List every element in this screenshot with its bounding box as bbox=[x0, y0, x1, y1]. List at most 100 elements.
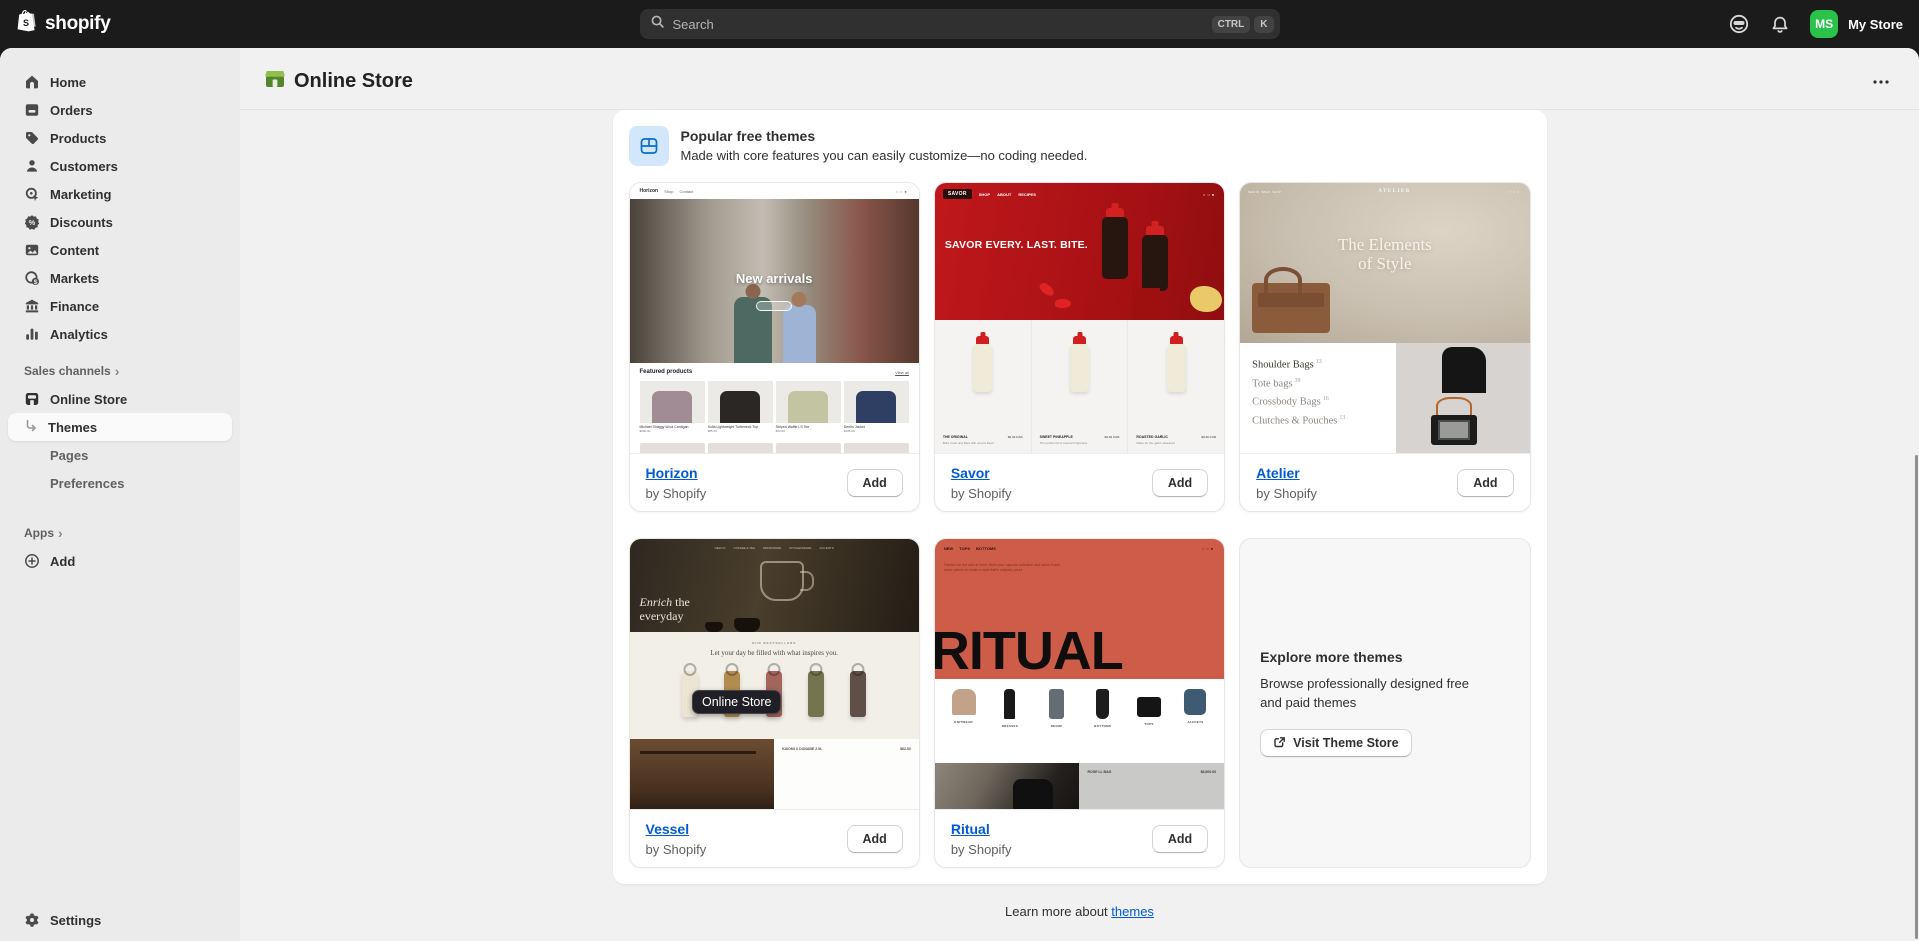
hero-intro: Fashion for the wild at heart. Build you… bbox=[944, 563, 1064, 574]
theme-author: by Shopify bbox=[646, 842, 707, 857]
sidebar-item-analytics[interactable]: Analytics bbox=[8, 320, 232, 348]
preview-hero: NEW TOPS BOTTOMS ○○● Fashion for the wil… bbox=[935, 539, 1224, 679]
theme-card-atelier: NEW IN BAGS SHOP ATELIER ○○○ The Element… bbox=[1239, 182, 1530, 512]
category-count: 39 bbox=[1295, 378, 1301, 384]
preview-nav-item: KITCHENWARE bbox=[789, 546, 811, 550]
sidebar-label: Customers bbox=[50, 159, 118, 174]
svg-text:S: S bbox=[23, 18, 29, 28]
sidebar-item-customers[interactable]: Customers bbox=[8, 152, 232, 180]
sidebar-item-home[interactable]: Home bbox=[8, 68, 232, 96]
themes-grid: Horizon Shop Contact ○○● New arrivals bbox=[629, 182, 1531, 868]
sidebar-item-online-store[interactable]: Online Store bbox=[8, 385, 232, 413]
theme-preview-ritual[interactable]: NEW TOPS BOTTOMS ○○● Fashion for the wil… bbox=[935, 539, 1224, 809]
product-price: $200.00 bbox=[640, 429, 705, 433]
add-theme-button[interactable]: Add bbox=[1457, 469, 1513, 497]
sidebar-item-preferences[interactable]: Preferences bbox=[8, 469, 232, 497]
footer-text: Learn more about themes bbox=[240, 904, 1919, 919]
category-name: TOPS bbox=[1128, 722, 1169, 726]
sidebar-label: Discounts bbox=[50, 215, 113, 230]
main-content: Online Store Popular free themes Made wi… bbox=[240, 48, 1919, 941]
sidebar-item-finance[interactable]: Finance bbox=[8, 292, 232, 320]
gear-icon bbox=[24, 912, 40, 928]
sauce-bottle bbox=[1102, 217, 1128, 279]
category-count: 13 bbox=[1339, 415, 1345, 421]
panel-subtitle: Made with core features you can easily c… bbox=[681, 148, 1088, 163]
search-input[interactable]: Search CTRL K bbox=[640, 9, 1280, 39]
svg-text:%: % bbox=[29, 218, 36, 227]
chevron-right-icon: › bbox=[115, 364, 120, 378]
sidebar-item-add-app[interactable]: Add bbox=[8, 547, 232, 575]
sidebar-item-pages[interactable]: Pages bbox=[8, 441, 232, 469]
shopify-wordmark: shopify bbox=[45, 13, 110, 35]
chili bbox=[1055, 299, 1071, 308]
section-caption: OUR BESTSELLERS bbox=[630, 632, 919, 645]
product-name: THE ORIGINAL bbox=[943, 435, 968, 439]
category-image bbox=[1396, 343, 1529, 453]
product-cell: Denim Jacket $195.00 bbox=[844, 381, 909, 443]
sidebar-item-marketing[interactable]: Marketing bbox=[8, 180, 232, 208]
sidebar-label: Finance bbox=[50, 299, 99, 314]
vertical-scrollbar[interactable] bbox=[1915, 455, 1918, 939]
category-name: DRESSES bbox=[989, 724, 1030, 728]
theme-name-link[interactable]: Ritual bbox=[951, 821, 990, 837]
sales-channels-header[interactable]: Sales channels › bbox=[8, 357, 232, 385]
theme-card-footer: Vessel by Shopify Add bbox=[630, 809, 919, 867]
apps-header[interactable]: Apps › bbox=[8, 519, 232, 547]
preview-nav-item: TOPS bbox=[959, 546, 970, 551]
bank-icon bbox=[24, 298, 40, 314]
orders-icon bbox=[24, 102, 40, 118]
preview-nav-item: Shop bbox=[664, 189, 673, 194]
theme-preview-atelier[interactable]: NEW IN BAGS SHOP ATELIER ○○○ The Element… bbox=[1240, 183, 1529, 453]
sidebar-item-themes[interactable]: Themes bbox=[8, 413, 232, 441]
preview-navbar: NEW TOPS BOTTOMS ○○● bbox=[935, 539, 1224, 551]
hero-heading: RITUAL bbox=[935, 626, 1123, 677]
model-photo bbox=[935, 763, 1080, 809]
shopify-logo[interactable]: S shopify bbox=[16, 9, 110, 39]
theme-preview-vessel[interactable]: NEW IN COFFEE & TEA DRINKWARE KITCHENWAR… bbox=[630, 539, 919, 809]
theme-name-link[interactable]: Savor bbox=[951, 465, 990, 481]
sidebar-item-orders[interactable]: Orders bbox=[8, 96, 232, 124]
sidebar: Home Orders Products Customers Marketing… bbox=[0, 48, 240, 941]
notifications-bell-icon[interactable] bbox=[1770, 14, 1790, 34]
store-menu[interactable]: MS My Store bbox=[1810, 10, 1903, 38]
product-name: ROASTED GARLIC bbox=[1136, 435, 1168, 439]
theme-preview-horizon[interactable]: Horizon Shop Contact ○○● New arrivals bbox=[630, 183, 919, 453]
more-actions-button[interactable] bbox=[1867, 68, 1895, 96]
sidebar-item-markets[interactable]: $ Markets bbox=[8, 264, 232, 292]
category-list: Shoulder Bags13 Tote bags39 Crossbody Ba… bbox=[1240, 343, 1396, 453]
tag-icon bbox=[24, 130, 40, 146]
section-tagline: Let your day be filled with what inspire… bbox=[630, 649, 919, 657]
preview-nav-item: RECIPES bbox=[1018, 192, 1036, 197]
sidekick-icon[interactable] bbox=[1728, 13, 1750, 35]
themes-help-link[interactable]: themes bbox=[1111, 904, 1154, 919]
add-theme-button[interactable]: Add bbox=[847, 825, 903, 853]
sidebar-item-content[interactable]: Content bbox=[8, 236, 232, 264]
theme-name-link[interactable]: Horizon bbox=[646, 465, 698, 481]
sidebar-label: Products bbox=[50, 131, 106, 146]
sidebar-label: Marketing bbox=[50, 187, 111, 202]
svg-text:$: $ bbox=[34, 279, 38, 286]
add-theme-button[interactable]: Add bbox=[1152, 825, 1208, 853]
theme-name-link[interactable]: Vessel bbox=[646, 821, 690, 837]
add-theme-button[interactable]: Add bbox=[847, 469, 903, 497]
add-theme-button[interactable]: Add bbox=[1152, 469, 1208, 497]
theme-author: by Shopify bbox=[951, 842, 1012, 857]
sidebar-item-discounts[interactable]: % Discounts bbox=[8, 208, 232, 236]
theme-name-link[interactable]: Atelier bbox=[1256, 465, 1300, 481]
preview-hero: NEW IN BAGS SHOP ATELIER ○○○ The Element… bbox=[1240, 183, 1529, 343]
cup bbox=[705, 622, 723, 632]
preview-navbar: NEW IN BAGS SHOP ATELIER ○○○ bbox=[1240, 183, 1529, 200]
chevron-right-icon: › bbox=[58, 526, 63, 540]
theme-preview-savor[interactable]: SAVOR SHOP ABOUT RECIPES ○○● SAVOR EVERY… bbox=[935, 183, 1224, 453]
visit-theme-store-button[interactable]: Visit Theme Store bbox=[1260, 729, 1411, 757]
topbar: S shopify Search CTRL K MS My Store bbox=[0, 0, 1919, 48]
category-name: DENIM bbox=[1036, 724, 1077, 728]
product-cell: SWEET PINEAPPLE$9.49 CAD The perfect hit… bbox=[1032, 320, 1129, 453]
hero-heading: Enrich the everyday bbox=[640, 596, 690, 624]
theme-card-horizon: Horizon Shop Contact ○○● New arrivals bbox=[629, 182, 920, 512]
shortcut-k-key: K bbox=[1254, 16, 1273, 33]
category-name: BOTTOMS bbox=[1082, 724, 1123, 728]
sidebar-item-products[interactable]: Products bbox=[8, 124, 232, 152]
sidebar-item-settings[interactable]: Settings bbox=[8, 906, 232, 934]
product-desc: The perfect hit of tropical brightness bbox=[1040, 441, 1120, 445]
